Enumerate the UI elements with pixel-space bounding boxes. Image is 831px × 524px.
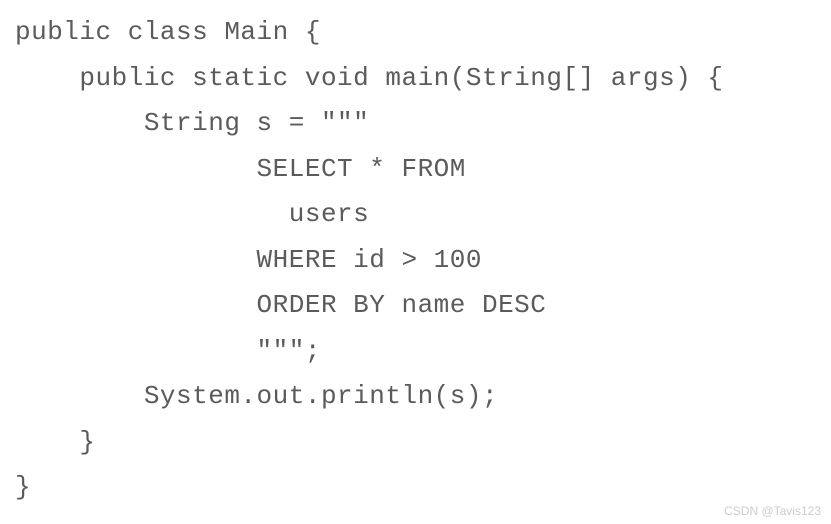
watermark: CSDN @Tavis123	[724, 504, 821, 518]
code-line-11: }	[15, 472, 31, 502]
code-snippet: public class Main { public static void m…	[15, 10, 816, 511]
code-line-6: WHERE id > 100	[15, 245, 482, 275]
code-line-3: String s = """	[15, 108, 369, 138]
code-line-10: }	[15, 427, 96, 457]
code-line-2: public static void main(String[] args) {	[15, 63, 724, 93]
code-line-5: users	[15, 199, 369, 229]
code-line-1: public class Main {	[15, 17, 321, 47]
code-line-8: """;	[15, 336, 321, 366]
code-line-4: SELECT * FROM	[15, 154, 466, 184]
code-line-7: ORDER BY name DESC	[15, 290, 546, 320]
code-line-9: System.out.println(s);	[15, 381, 498, 411]
